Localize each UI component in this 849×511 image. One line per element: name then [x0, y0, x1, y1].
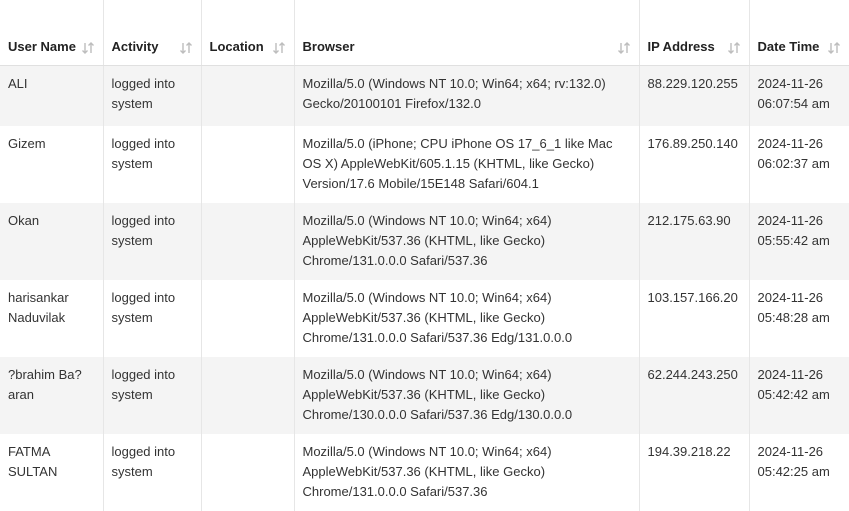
sort-icon[interactable] [617, 41, 631, 55]
cell-user-name: ALI [0, 65, 104, 126]
table-row: Okan logged into system Mozilla/5.0 (Win… [0, 202, 849, 280]
cell-ip-address: 194.39.218.22 [639, 433, 750, 511]
table-row: Gizem logged into system Mozilla/5.0 (iP… [0, 125, 849, 203]
cell-browser: Mozilla/5.0 (Windows NT 10.0; Win64; x64… [294, 279, 640, 357]
sort-icon[interactable] [827, 41, 841, 55]
column-header-label: Browser [302, 39, 355, 54]
cell-ip-address: 103.157.166.20 [639, 279, 750, 357]
sort-icon[interactable] [727, 41, 741, 55]
cell-activity: logged into system [103, 202, 202, 280]
cell-ip-address: 176.89.250.140 [639, 125, 750, 203]
cell-date-time: 2024-11-26 05:42:25 am [749, 433, 849, 511]
cell-activity: logged into system [103, 433, 202, 511]
cell-browser: Mozilla/5.0 (Windows NT 10.0; Win64; x64… [294, 202, 640, 280]
cell-user-name: FATMA SULTAN [0, 433, 104, 511]
table-row: FATMA SULTAN logged into system Mozilla/… [0, 433, 849, 511]
activity-log-table: User Name Activity Location Browser IP A… [0, 0, 849, 511]
column-header-browser[interactable]: Browser [294, 0, 640, 66]
cell-user-name: harisankar Naduvilak [0, 279, 104, 357]
cell-browser: Mozilla/5.0 (Windows NT 10.0; Win64; x64… [294, 356, 640, 434]
table-header-row: User Name Activity Location Browser IP A… [0, 0, 849, 66]
cell-location [201, 65, 295, 126]
cell-user-name: Gizem [0, 125, 104, 203]
column-header-date-time[interactable]: Date Time [749, 0, 849, 66]
cell-location [201, 356, 295, 434]
cell-location [201, 125, 295, 203]
cell-date-time: 2024-11-26 06:02:37 am [749, 125, 849, 203]
cell-browser: Mozilla/5.0 (Windows NT 10.0; Win64; x64… [294, 433, 640, 511]
column-header-user-name[interactable]: User Name [0, 0, 104, 66]
cell-date-time: 2024-11-26 05:48:28 am [749, 279, 849, 357]
cell-ip-address: 88.229.120.255 [639, 65, 750, 126]
cell-activity: logged into system [103, 125, 202, 203]
table-row: harisankar Naduvilak logged into system … [0, 279, 849, 357]
cell-activity: logged into system [103, 279, 202, 357]
column-header-activity[interactable]: Activity [103, 0, 202, 66]
cell-location [201, 279, 295, 357]
column-header-ip-address[interactable]: IP Address [639, 0, 750, 66]
cell-date-time: 2024-11-26 06:07:54 am [749, 65, 849, 126]
cell-activity: logged into system [103, 356, 202, 434]
cell-date-time: 2024-11-26 05:55:42 am [749, 202, 849, 280]
cell-ip-address: 62.244.243.250 [639, 356, 750, 434]
table-row: ALI logged into system Mozilla/5.0 (Wind… [0, 65, 849, 126]
cell-date-time: 2024-11-26 05:42:42 am [749, 356, 849, 434]
sort-icon[interactable] [179, 41, 193, 55]
cell-user-name: ?brahim Ba?aran [0, 356, 104, 434]
cell-ip-address: 212.175.63.90 [639, 202, 750, 280]
cell-browser: Mozilla/5.0 (iPhone; CPU iPhone OS 17_6_… [294, 125, 640, 203]
column-header-location[interactable]: Location [201, 0, 295, 66]
cell-location [201, 202, 295, 280]
cell-location [201, 433, 295, 511]
cell-user-name: Okan [0, 202, 104, 280]
cell-activity: logged into system [103, 65, 202, 126]
sort-icon[interactable] [272, 41, 286, 55]
sort-icon[interactable] [81, 41, 95, 55]
cell-browser: Mozilla/5.0 (Windows NT 10.0; Win64; x64… [294, 65, 640, 126]
table-row: ?brahim Ba?aran logged into system Mozil… [0, 356, 849, 434]
